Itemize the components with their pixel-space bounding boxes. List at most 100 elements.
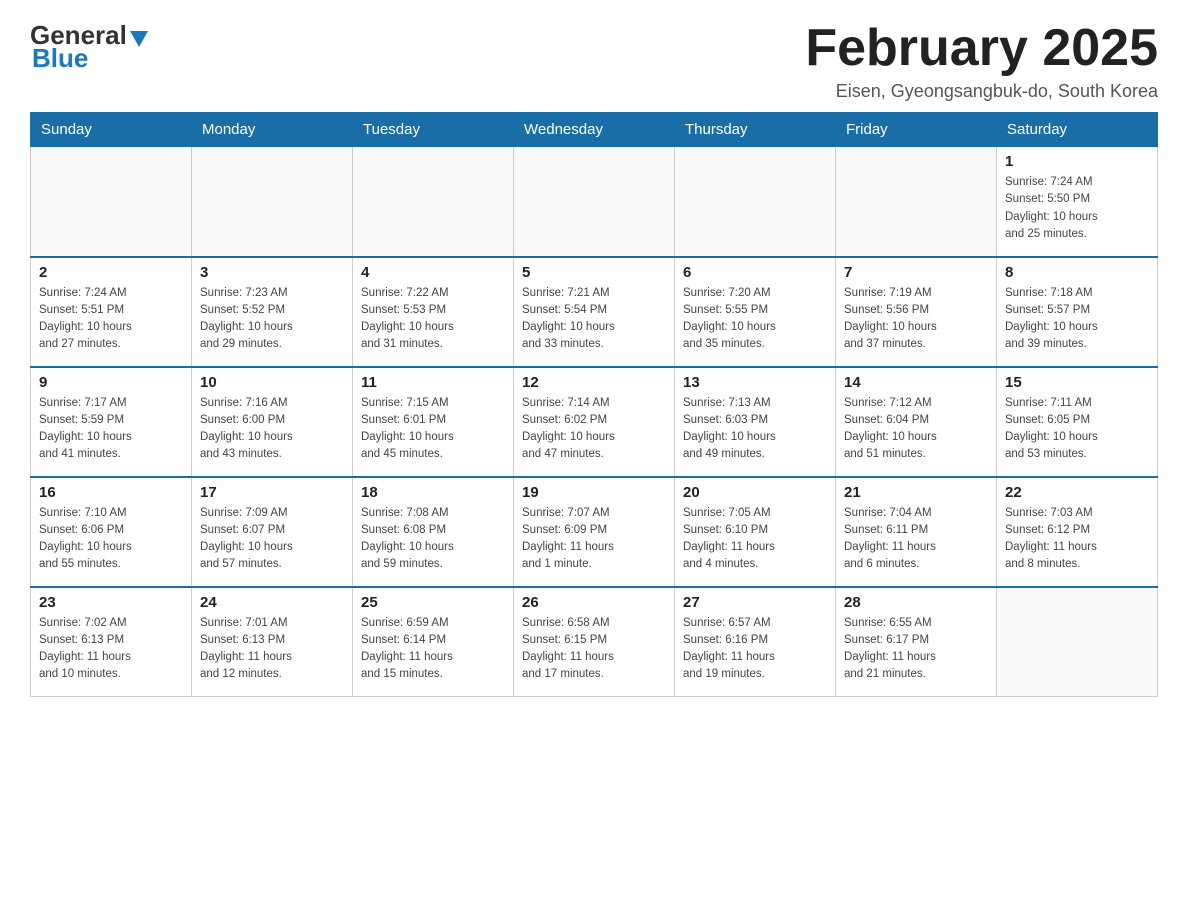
day-number: 11 [361,374,505,391]
calendar-cell: 19Sunrise: 7:07 AMSunset: 6:09 PMDayligh… [514,477,675,587]
calendar-cell: 9 Sunrise: 7:17 AMSunset: 5:59 PMDaylight… [31,367,192,477]
calendar-cell [997,587,1158,697]
calendar-cell: 3 Sunrise: 7:23 AMSunset: 5:52 PMDaylight… [192,257,353,367]
week-row-4: 16Sunrise: 7:10 AMSunset: 6:06 PMDayligh… [31,477,1158,587]
calendar-cell: 8 Sunrise: 7:18 AMSunset: 5:57 PMDaylight… [997,257,1158,367]
calendar-cell: 22 Sunrise: 7:03 AMSunset: 6:12 PMDayligh… [997,477,1158,587]
day-info: Sunrise: 7:07 AMSunset: 6:09 PMDaylight:… [522,505,666,574]
week-row-5: 23 Sunrise: 7:02 AMSunset: 6:13 PMDayligh… [31,587,1158,697]
calendar-cell [514,147,675,257]
day-info: Sunrise: 7:03 AMSunset: 6:12 PMDaylight:… [1005,505,1149,574]
calendar-cell: 2Sunrise: 7:24 AMSunset: 5:51 PMDaylight… [31,257,192,367]
calendar-cell [192,147,353,257]
day-info: Sunrise: 6:57 AMSunset: 6:16 PMDaylight:… [683,615,827,684]
calendar-cell: 18 Sunrise: 7:08 AMSunset: 6:08 PMDayligh… [353,477,514,587]
logo-triangle-icon [130,31,148,47]
day-header-friday: Friday [836,113,997,147]
day-info: Sunrise: 7:08 AMSunset: 6:08 PMDaylight:… [361,505,505,574]
calendar-cell: 14 Sunrise: 7:12 AMSunset: 6:04 PMDayligh… [836,367,997,477]
calendar-cell: 12 Sunrise: 7:14 AMSunset: 6:02 PMDayligh… [514,367,675,477]
day-number: 8 [1005,264,1149,281]
day-number: 3 [200,264,344,281]
day-info: Sunrise: 7:04 AMSunset: 6:11 PMDaylight:… [844,505,988,574]
day-number: 9 [39,374,183,391]
calendar-cell: 5 Sunrise: 7:21 AMSunset: 5:54 PMDaylight… [514,257,675,367]
day-number: 20 [683,484,827,501]
day-header-monday: Monday [192,113,353,147]
day-number: 2 [39,264,183,281]
day-info: Sunrise: 7:12 AMSunset: 6:04 PMDaylight:… [844,395,988,464]
day-info: Sunrise: 7:02 AMSunset: 6:13 PMDaylight:… [39,615,183,684]
day-info: Sunrise: 7:23 AMSunset: 5:52 PMDaylight:… [200,285,344,354]
day-number: 13 [683,374,827,391]
calendar-cell: 6 Sunrise: 7:20 AMSunset: 5:55 PMDaylight… [675,257,836,367]
week-row-3: 9 Sunrise: 7:17 AMSunset: 5:59 PMDaylight… [31,367,1158,477]
day-number: 21 [844,484,988,501]
calendar-cell: 25 Sunrise: 6:59 AMSunset: 6:14 PMDayligh… [353,587,514,697]
day-number: 28 [844,594,988,611]
calendar-cell: 27 Sunrise: 6:57 AMSunset: 6:16 PMDayligh… [675,587,836,697]
calendar-cell: 23 Sunrise: 7:02 AMSunset: 6:13 PMDayligh… [31,587,192,697]
day-info: Sunrise: 7:14 AMSunset: 6:02 PMDaylight:… [522,395,666,464]
day-number: 15 [1005,374,1149,391]
day-info: Sunrise: 7:17 AMSunset: 5:59 PMDaylight:… [39,395,183,464]
calendar-cell: 13 Sunrise: 7:13 AMSunset: 6:03 PMDayligh… [675,367,836,477]
day-info: Sunrise: 6:55 AMSunset: 6:17 PMDaylight:… [844,615,988,684]
calendar-cell: 20 Sunrise: 7:05 AMSunset: 6:10 PMDayligh… [675,477,836,587]
day-info: Sunrise: 7:19 AMSunset: 5:56 PMDaylight:… [844,285,988,354]
calendar-cell [675,147,836,257]
logo: General Blue [30,20,148,74]
day-number: 7 [844,264,988,281]
calendar-cell: 26 Sunrise: 6:58 AMSunset: 6:15 PMDayligh… [514,587,675,697]
day-number: 22 [1005,484,1149,501]
day-number: 24 [200,594,344,611]
day-info: Sunrise: 7:05 AMSunset: 6:10 PMDaylight:… [683,505,827,574]
calendar-cell: 24 Sunrise: 7:01 AMSunset: 6:13 PMDayligh… [192,587,353,697]
day-header-saturday: Saturday [997,113,1158,147]
calendar-cell: 16Sunrise: 7:10 AMSunset: 6:06 PMDayligh… [31,477,192,587]
day-number: 1 [1005,153,1149,170]
day-info: Sunrise: 6:59 AMSunset: 6:14 PMDaylight:… [361,615,505,684]
calendar-cell: 7 Sunrise: 7:19 AMSunset: 5:56 PMDaylight… [836,257,997,367]
location-label: Eisen, Gyeongsangbuk-do, South Korea [805,81,1158,102]
calendar-cell [353,147,514,257]
calendar-header-row: SundayMondayTuesdayWednesdayThursdayFrid… [31,113,1158,147]
day-info: Sunrise: 7:10 AMSunset: 6:06 PMDaylight:… [39,505,183,574]
day-number: 23 [39,594,183,611]
day-number: 6 [683,264,827,281]
month-title: February 2025 [805,20,1158,77]
day-number: 14 [844,374,988,391]
day-header-wednesday: Wednesday [514,113,675,147]
title-section: February 2025 Eisen, Gyeongsangbuk-do, S… [805,20,1158,102]
calendar-cell [31,147,192,257]
calendar-cell: 1 Sunrise: 7:24 AMSunset: 5:50 PMDaylight… [997,147,1158,257]
day-info: Sunrise: 7:24 AMSunset: 5:50 PMDaylight:… [1005,174,1149,243]
calendar-cell: 17Sunrise: 7:09 AMSunset: 6:07 PMDayligh… [192,477,353,587]
day-info: Sunrise: 7:21 AMSunset: 5:54 PMDaylight:… [522,285,666,354]
day-info: Sunrise: 7:13 AMSunset: 6:03 PMDaylight:… [683,395,827,464]
week-row-2: 2Sunrise: 7:24 AMSunset: 5:51 PMDaylight… [31,257,1158,367]
day-number: 26 [522,594,666,611]
day-info: Sunrise: 7:01 AMSunset: 6:13 PMDaylight:… [200,615,344,684]
day-number: 4 [361,264,505,281]
day-info: Sunrise: 7:20 AMSunset: 5:55 PMDaylight:… [683,285,827,354]
day-number: 25 [361,594,505,611]
day-header-thursday: Thursday [675,113,836,147]
day-header-sunday: Sunday [31,113,192,147]
day-info: Sunrise: 7:18 AMSunset: 5:57 PMDaylight:… [1005,285,1149,354]
day-number: 10 [200,374,344,391]
calendar-cell: 11 Sunrise: 7:15 AMSunset: 6:01 PMDayligh… [353,367,514,477]
calendar-cell: 21 Sunrise: 7:04 AMSunset: 6:11 PMDayligh… [836,477,997,587]
day-number: 18 [361,484,505,501]
day-header-tuesday: Tuesday [353,113,514,147]
day-number: 12 [522,374,666,391]
day-number: 17 [200,484,344,501]
calendar-cell: 28 Sunrise: 6:55 AMSunset: 6:17 PMDayligh… [836,587,997,697]
day-info: Sunrise: 6:58 AMSunset: 6:15 PMDaylight:… [522,615,666,684]
page-header: General Blue February 2025 Eisen, Gyeong… [30,20,1158,102]
calendar-cell [836,147,997,257]
day-number: 5 [522,264,666,281]
day-number: 27 [683,594,827,611]
calendar-table: SundayMondayTuesdayWednesdayThursdayFrid… [30,112,1158,697]
day-info: Sunrise: 7:15 AMSunset: 6:01 PMDaylight:… [361,395,505,464]
